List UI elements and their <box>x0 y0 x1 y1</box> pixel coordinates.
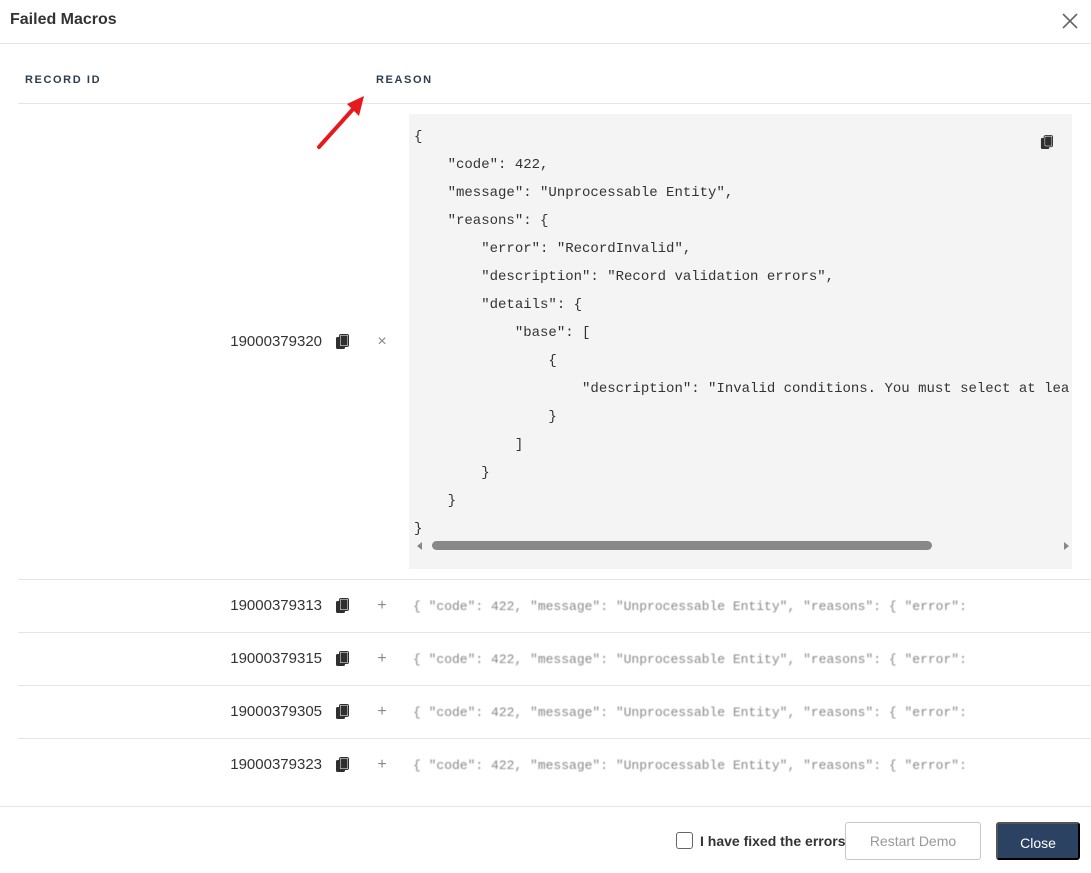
copy-icon[interactable] <box>335 334 349 350</box>
code-line: { <box>414 353 557 369</box>
scroll-right-arrow-icon[interactable] <box>1064 542 1069 550</box>
restart-demo-button[interactable]: Restart Demo <box>845 822 981 860</box>
row-divider <box>18 632 1091 633</box>
code-line: "reasons": { <box>414 213 549 229</box>
scrollbar-thumb[interactable] <box>432 541 932 550</box>
code-line: "base": [ <box>414 325 591 341</box>
copy-icon[interactable] <box>335 757 349 773</box>
code-line: { <box>414 129 423 145</box>
code-line: "code": 422, <box>414 157 549 173</box>
code-line: } <box>414 465 490 481</box>
copy-icon[interactable] <box>335 651 349 667</box>
record-id: 19000379305 <box>230 703 322 720</box>
dialog-header: Failed Macros <box>0 0 1091 44</box>
expand-toggle[interactable]: + <box>374 651 390 667</box>
code-line: "message": "Unprocessable Entity", <box>414 185 734 201</box>
record-id: 19000379320 <box>230 333 322 350</box>
row-divider <box>18 738 1091 739</box>
code-line: } <box>414 409 557 425</box>
expand-toggle[interactable]: + <box>374 704 390 720</box>
code-line: "description": "Record validation errors… <box>414 269 835 285</box>
horizontal-scrollbar[interactable] <box>417 538 1069 554</box>
code-line: "details": { <box>414 297 583 313</box>
footer-divider <box>0 806 1091 807</box>
record-id: 19000379313 <box>230 597 322 614</box>
fixed-errors-label[interactable]: I have fixed the errors <box>700 833 846 849</box>
reason-json: { "code": 422, "message": "Unprocessable… <box>414 123 1069 543</box>
record-id-column-header: RECORD ID <box>25 74 102 86</box>
dialog-title: Failed Macros <box>10 11 117 28</box>
code-line: "error": "RecordInvalid", <box>414 241 692 257</box>
scroll-left-arrow-icon[interactable] <box>417 542 422 550</box>
code-line: ] <box>414 437 524 453</box>
close-icon[interactable] <box>1060 11 1080 31</box>
expand-toggle[interactable]: + <box>374 598 390 614</box>
copy-icon[interactable] <box>1040 135 1053 150</box>
reason-column-header: REASON <box>376 74 433 86</box>
record-id: 19000379323 <box>230 756 322 773</box>
close-button[interactable]: Close <box>996 822 1080 860</box>
collapse-toggle[interactable]: × <box>374 334 390 350</box>
fixed-errors-checkbox[interactable] <box>676 832 693 849</box>
row-divider <box>18 579 1091 580</box>
reason-preview: { "code": 422, "message": "Unprocessable… <box>413 705 967 720</box>
code-line: "description": "Invalid conditions. You … <box>414 381 1070 397</box>
copy-icon[interactable] <box>335 704 349 720</box>
reason-preview: { "code": 422, "message": "Unprocessable… <box>413 652 967 667</box>
reason-preview: { "code": 422, "message": "Unprocessable… <box>413 599 967 614</box>
code-line: } <box>414 493 457 509</box>
copy-icon[interactable] <box>335 598 349 614</box>
header-divider <box>18 103 1091 104</box>
row-divider <box>18 685 1091 686</box>
reason-preview: { "code": 422, "message": "Unprocessable… <box>413 758 967 773</box>
record-id: 19000379315 <box>230 650 322 667</box>
reason-code-block: { "code": 422, "message": "Unprocessable… <box>409 114 1072 569</box>
expand-toggle[interactable]: + <box>374 757 390 773</box>
red-arrow-icon <box>317 96 364 149</box>
